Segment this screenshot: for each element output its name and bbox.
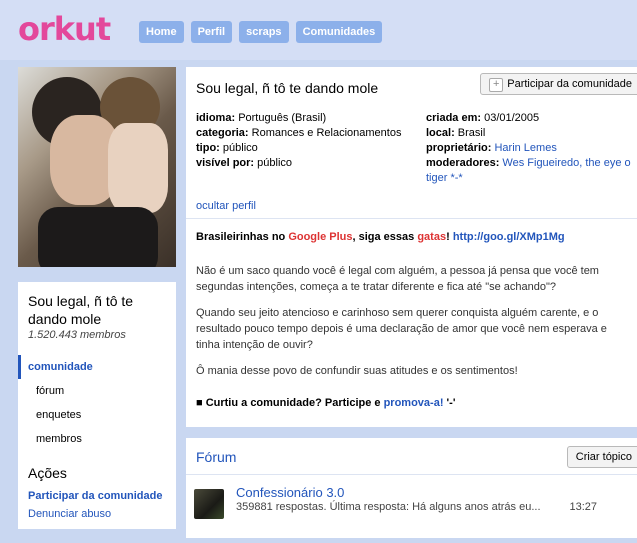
moderators-link-cont[interactable]: tiger *-*	[426, 172, 463, 184]
categoria-value: Romances e Relacionamentos	[251, 127, 402, 139]
nav-comunidades-button[interactable]: Comunidades	[295, 21, 383, 43]
menu-item-forum[interactable]: fórum	[28, 379, 166, 403]
promo-prefix: Brasileirinhas no	[196, 231, 289, 243]
join-button-label: Participar da comunidade	[507, 78, 632, 90]
acoes-heading: Ações	[28, 465, 67, 481]
visivel-value: público	[257, 157, 292, 169]
create-topic-button[interactable]: Criar tópico	[566, 446, 637, 468]
local-label: local:	[426, 127, 455, 139]
topic-avatar[interactable]	[194, 489, 224, 519]
proprietario-label: proprietário:	[426, 142, 492, 154]
community-menu: comunidade fórum enquetes membros	[18, 355, 166, 451]
nav-home-button[interactable]: Home	[139, 21, 184, 43]
forum-topic: Confessionário 3.0 359881 respostas. Últ…	[186, 474, 637, 519]
orkut-logo[interactable]: orkut	[18, 10, 111, 48]
topic-time: 13:27	[569, 501, 597, 513]
tipo-label: tipo:	[196, 142, 220, 154]
idioma-label: idioma:	[196, 112, 236, 124]
community-sidebar: Sou legal, ñ tô te dando mole 1.520.443 …	[18, 282, 176, 529]
main-column: Sou legal, ñ tô te dando mole + Particip…	[186, 67, 637, 538]
plus-icon: +	[489, 78, 504, 92]
description-paragraph: Ô mania desse povo de confundir suas ati…	[196, 365, 518, 377]
promo-middle: , siga essas	[352, 231, 418, 243]
promote-link[interactable]: promova-a!	[384, 397, 444, 409]
criada-value: 03/01/2005	[484, 112, 540, 124]
idioma-value: Português (Brasil)	[238, 112, 327, 124]
promo-url-link[interactable]: http://goo.gl/XMp1Mg	[453, 231, 565, 243]
cta-line: ■ Curtiu a comunidade? Participe e promo…	[196, 395, 627, 411]
criada-label: criada em:	[426, 112, 482, 124]
forum-panel: Fórum Criar tópico Confessionário 3.0 35…	[186, 438, 637, 538]
forum-title[interactable]: Fórum	[196, 448, 627, 466]
local-value: Brasil	[457, 127, 486, 139]
cta-suffix: '-'	[443, 397, 456, 409]
owner-link[interactable]: Harin Lemes	[494, 142, 556, 154]
header: orkut Home Perfil scraps Comunidades	[0, 0, 637, 60]
left-column: Sou legal, ñ tô te dando mole 1.520.443 …	[18, 67, 176, 529]
promo-suffix: !	[446, 231, 453, 243]
nav-perfil-button[interactable]: Perfil	[190, 21, 233, 43]
categoria-label: categoria:	[196, 127, 249, 139]
promo-gatas: gatas	[417, 231, 447, 243]
nav-scraps-button[interactable]: scraps	[239, 21, 289, 43]
promo-google: Google Plus	[288, 231, 353, 243]
menu-item-enquetes[interactable]: enquetes	[28, 403, 166, 427]
report-abuse-link[interactable]: Denunciar abuso	[28, 505, 166, 523]
join-community-link[interactable]: Participar da comunidade	[28, 487, 166, 505]
promo-line: Brasileirinhas no Google Plus, siga essa…	[196, 229, 627, 245]
visivel-label: visível por:	[196, 157, 255, 169]
description-paragraph: Quando seu jeito atencioso e carinhoso s…	[196, 307, 607, 351]
menu-item-membros[interactable]: membros	[28, 427, 166, 451]
join-community-button[interactable]: + Participar da comunidade	[480, 73, 637, 95]
top-nav: Home Perfil scraps Comunidades	[139, 21, 383, 43]
community-description: Não é um saco quando você é legal com al…	[196, 263, 627, 379]
community-name: Sou legal, ñ tô te dando mole	[28, 293, 134, 327]
menu-item-comunidade[interactable]: comunidade	[18, 355, 166, 379]
topic-title-link[interactable]: Confessionário 3.0	[236, 485, 637, 501]
tipo-value: público	[222, 142, 258, 154]
cta-prefix: ■ Curtiu a comunidade? Participe e	[196, 397, 384, 409]
community-photo[interactable]	[18, 67, 176, 267]
hide-profile-link[interactable]: ocultar perfil	[196, 200, 627, 212]
moderators-link[interactable]: Wes Figueiredo, the eye o	[502, 157, 630, 169]
moderadores-label: moderadores:	[426, 157, 500, 169]
description-paragraph: Não é um saco quando você é legal com al…	[196, 265, 599, 293]
community-panel: Sou legal, ñ tô te dando mole + Particip…	[186, 67, 637, 427]
community-info: idioma: Português (Brasil) criada em: 03…	[196, 111, 631, 186]
member-count: 1.520.443 membros	[28, 329, 126, 341]
